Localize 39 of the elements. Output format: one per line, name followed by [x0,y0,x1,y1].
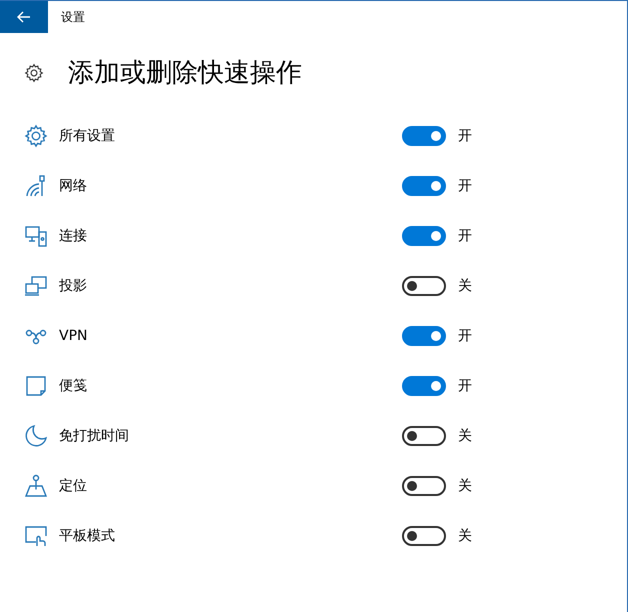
tablet-hand-icon [24,524,48,548]
page-title: 添加或删除快速操作 [68,60,302,86]
toggle-switch[interactable] [402,526,446,546]
toggle-state-label: 开 [458,176,472,196]
toggle-switch[interactable] [402,276,446,296]
toggle-switch[interactable] [402,226,446,246]
toggle-switch[interactable] [402,176,446,196]
action-label: VPN [59,326,88,346]
toggle-state-label: 开 [458,126,472,146]
settings-icon [24,63,44,83]
toggle-switch[interactable] [402,426,446,446]
location-pin-icon [24,474,48,498]
toggle-switch[interactable] [402,476,446,496]
note-icon [24,374,48,398]
back-arrow-icon [17,11,31,23]
gear-icon [24,124,48,148]
toggle-state-label: 关 [458,276,472,296]
toggle-switch[interactable] [402,376,446,396]
action-label: 免打扰时间 [59,426,130,446]
toggle-state-label: 关 [458,426,472,446]
toggle-state-label: 开 [458,376,472,396]
toggle-state-label: 关 [458,476,472,496]
toggle-state-label: 开 [458,226,472,246]
action-label: 投影 [59,276,88,296]
back-button[interactable] [0,1,48,33]
toggle-state-label: 关 [458,526,472,546]
action-label: 定位 [59,476,88,496]
monitor-device-icon [24,224,48,248]
action-label: 便笺 [59,376,88,396]
action-label: 网络 [59,176,88,196]
toggle-switch[interactable] [402,126,446,146]
action-label: 平板模式 [59,526,116,546]
toggle-switch[interactable] [402,326,446,346]
window-title: 设置 [61,9,85,26]
moon-icon [24,424,48,448]
action-label: 所有设置 [59,126,116,146]
action-label: 连接 [59,226,88,246]
toggle-state-label: 开 [458,326,472,346]
screens-icon [24,274,48,298]
